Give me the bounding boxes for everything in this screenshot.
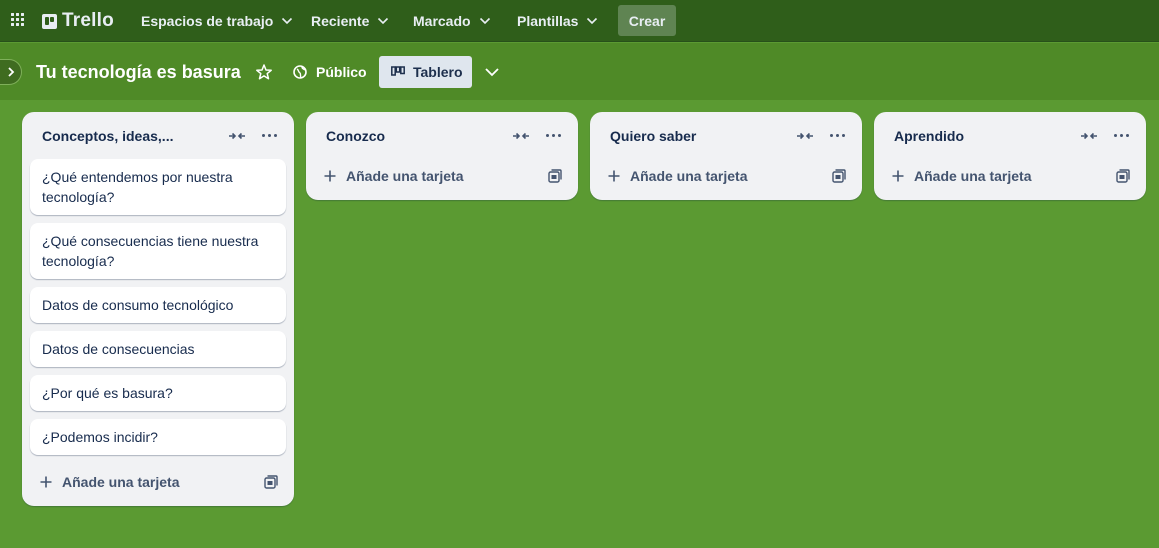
view-label: Tablero [413, 64, 463, 80]
chevron-down-icon [479, 15, 491, 27]
board-view-button[interactable]: Tablero [379, 56, 472, 88]
card[interactable]: ¿Qué consecuencias tiene nuestra tecnolo… [30, 223, 286, 279]
chevron-right-icon [7, 67, 14, 77]
add-card-label: Añade una tarjeta [346, 168, 464, 184]
app-switcher-icon[interactable] [11, 13, 25, 27]
trello-logo-icon [42, 13, 57, 29]
logo-text: Trello [62, 10, 114, 31]
workspaces-label: Espacios de trabajo [141, 13, 274, 29]
collapse-list-icon[interactable] [228, 129, 246, 143]
recent-label: Reciente [311, 13, 370, 29]
card[interactable]: Datos de consecuencias [30, 331, 286, 367]
starred-menu[interactable]: Marcado [413, 10, 491, 32]
list-header: Quiero saber [590, 112, 862, 160]
card[interactable]: ¿Qué entendemos por nuestra tecnología? [30, 159, 286, 215]
trello-logo[interactable]: Trello [42, 10, 114, 32]
add-card-label: Añade una tarjeta [630, 168, 748, 184]
list-title[interactable]: Quiero saber [610, 128, 696, 144]
collapse-list-icon[interactable] [512, 129, 530, 143]
card[interactable]: ¿Podemos incidir? [30, 419, 286, 455]
create-button[interactable]: Crear [618, 5, 676, 36]
collapse-list-icon[interactable] [796, 129, 814, 143]
plus-icon [892, 170, 904, 182]
plus-icon [324, 170, 336, 182]
add-card-button[interactable]: Añade una tarjeta [314, 160, 534, 192]
card-template-icon[interactable] [1116, 169, 1130, 183]
chevron-down-icon[interactable] [484, 64, 500, 80]
more-icon[interactable] [262, 134, 278, 138]
board-icon [391, 66, 405, 76]
starred-label: Marcado [413, 13, 471, 29]
board-title[interactable]: Tu tecnología es basura [36, 62, 241, 83]
more-icon[interactable] [830, 134, 846, 138]
add-card-button[interactable]: Añade una tarjeta [30, 466, 250, 498]
add-card-label: Añade una tarjeta [62, 474, 180, 490]
add-card-label: Añade una tarjeta [914, 168, 1032, 184]
list-title[interactable]: Aprendido [894, 128, 964, 144]
list-header: Conceptos, ideas,... [22, 112, 294, 160]
list-header: Aprendido [874, 112, 1146, 160]
chevron-down-icon [281, 15, 293, 27]
visibility-button[interactable]: Público [293, 62, 367, 82]
chevron-down-icon [586, 15, 598, 27]
collapse-list-icon[interactable] [1080, 129, 1098, 143]
more-icon[interactable] [546, 134, 562, 138]
list-conozco: Conozco Añade una tarjeta [306, 112, 578, 200]
recent-menu[interactable]: Reciente [311, 10, 389, 32]
list-quiero-saber: Quiero saber Añade una tarjeta [590, 112, 862, 200]
workspaces-menu[interactable]: Espacios de trabajo [141, 10, 293, 32]
card-template-icon[interactable] [548, 169, 562, 183]
top-nav: Trello Espacios de trabajo Reciente Marc… [0, 0, 1159, 42]
globe-icon [293, 65, 307, 79]
templates-label: Plantillas [517, 13, 579, 29]
star-icon[interactable] [255, 63, 273, 81]
chevron-down-icon [377, 15, 389, 27]
list-header: Conozco [306, 112, 578, 160]
card[interactable]: ¿Por qué es basura? [30, 375, 286, 411]
add-card-button[interactable]: Añade una tarjeta [598, 160, 818, 192]
list-aprendido: Aprendido Añade una tarjeta [874, 112, 1146, 200]
plus-icon [608, 170, 620, 182]
card-template-icon[interactable] [264, 475, 278, 489]
more-icon[interactable] [1114, 134, 1130, 138]
list-title[interactable]: Conozco [326, 128, 385, 144]
list-conceptos: Conceptos, ideas,... ¿Qué entendemos por… [22, 112, 294, 506]
add-card-button[interactable]: Añade una tarjeta [882, 160, 1102, 192]
visibility-label: Público [316, 64, 367, 80]
plus-icon [40, 476, 52, 488]
card[interactable]: Datos de consumo tecnológico [30, 287, 286, 323]
card-template-icon[interactable] [832, 169, 846, 183]
templates-menu[interactable]: Plantillas [517, 10, 598, 32]
list-title[interactable]: Conceptos, ideas,... [42, 128, 173, 144]
